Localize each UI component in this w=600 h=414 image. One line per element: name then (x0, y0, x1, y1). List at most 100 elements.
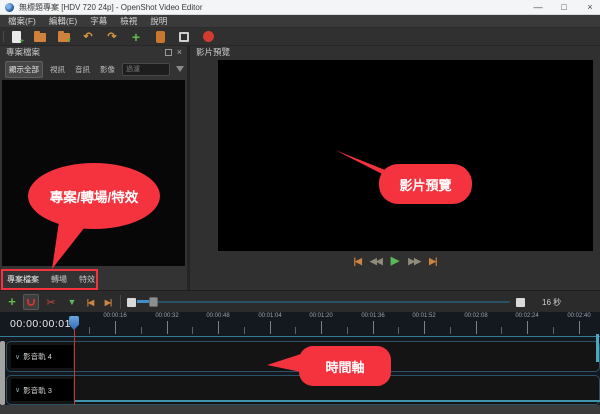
menu-file[interactable]: 檔案(F) (8, 15, 36, 27)
add-marker-button[interactable]: ▼ (65, 291, 79, 313)
slider-track (137, 301, 510, 303)
ruler-label: 00:02:08 (464, 313, 487, 319)
fast-forward-button[interactable]: ▶▶ (408, 254, 420, 268)
openshot-window: 無標題專案 [HDV 720 24p] - OpenShot Video Edi… (0, 0, 600, 414)
undo-icon: ↶ (83, 30, 92, 44)
undo-button[interactable]: ↶ (81, 30, 95, 44)
zoom-out-button[interactable] (125, 291, 137, 313)
new-project-button[interactable]: + (9, 30, 23, 44)
zoom-in-button[interactable] (514, 291, 526, 313)
ruler-label: 00:00:48 (206, 313, 229, 319)
ruler-tick-minor (347, 327, 348, 334)
tab-show-all[interactable]: 顯示全部 (5, 61, 43, 78)
timeline-toolbar: + ✂ ▼ |◀ ▶| 16 秒 (0, 290, 600, 312)
timeline: 00:00:00:01 00:00:16 00:00:32 00:00:48 0… (0, 312, 600, 405)
filter-input[interactable] (122, 63, 170, 76)
scissors-icon: ✂ (46, 296, 55, 309)
tab-project-files[interactable]: 專案檔案 (7, 274, 39, 285)
maximize-button[interactable]: □ (558, 0, 570, 15)
tab-transitions[interactable]: 轉場 (51, 274, 67, 285)
ruler-tick (218, 321, 219, 334)
choose-profile-button[interactable] (153, 30, 167, 44)
current-time-display: 00:00:00:01 (10, 318, 71, 330)
close-dock-icon[interactable]: × (177, 48, 182, 57)
save-project-button[interactable]: ▼ (57, 30, 71, 44)
ruler-tick-minor (89, 327, 90, 334)
fullscreen-button[interactable] (177, 30, 191, 44)
rewind-button[interactable]: ◀◀ (370, 254, 382, 268)
ruler-tick-minor (192, 327, 193, 334)
fullscreen-icon (179, 32, 189, 42)
ruler-label: 00:00:16 (103, 313, 126, 319)
marker-down-icon: ▼ (68, 297, 77, 307)
menu-bar: 檔案(F) 編輯(E) 字幕 檢視 說明 (0, 15, 600, 28)
ruler-label: 00:02:40 (567, 313, 590, 319)
track-header[interactable]: ∨ 影音軌 4 (11, 345, 73, 368)
video-preview-panel: 影片預覽 |◀ ◀◀ ▶ ▶▶ ▶| (190, 46, 600, 290)
plus-icon: + (132, 30, 140, 44)
ruler-baseline (0, 336, 600, 337)
jump-start-button[interactable]: |◀ (353, 254, 360, 268)
track-row[interactable]: ∨ 影音軌 4 (6, 341, 600, 372)
project-files-list[interactable] (2, 80, 185, 266)
snap-pressed-frame (23, 294, 39, 310)
menu-title[interactable]: 字幕 (90, 15, 107, 27)
play-button[interactable]: ▶ (391, 254, 399, 268)
filter-icon (176, 66, 184, 72)
project-files-panel: 專案檔案 × 顯示全部 視訊 音訊 影像 專案檔案 轉場 特效 (0, 46, 187, 290)
record-circle-icon (203, 31, 214, 42)
export-video-button[interactable] (201, 30, 215, 44)
zoom-in-icon (516, 298, 525, 307)
ruler-label: 00:01:20 (309, 313, 332, 319)
menu-help[interactable]: 說明 (150, 15, 167, 27)
zoom-out-icon (127, 298, 136, 307)
ruler-tick (476, 321, 477, 334)
folder-icon (34, 33, 46, 42)
magnet-icon (27, 299, 35, 306)
ruler-tick (527, 321, 528, 334)
zoom-scale-label: 16 秒 (542, 291, 561, 313)
float-dock-icon[interactable] (165, 49, 172, 56)
save-arrow-icon: ▼ (66, 38, 72, 45)
ruler-tick (424, 321, 425, 334)
ruler-label: 00:00:32 (155, 313, 178, 319)
slider-handle[interactable] (149, 297, 158, 307)
video-preview-header: 影片預覽 (190, 46, 600, 58)
tab-video[interactable]: 視訊 (47, 62, 68, 77)
jump-end-button[interactable]: ▶| (429, 254, 436, 268)
ruler-label: 00:01:04 (258, 313, 281, 319)
ruler-tick-minor (295, 327, 296, 334)
close-button[interactable]: × (584, 0, 596, 15)
ruler-tick (373, 321, 374, 334)
import-files-button[interactable]: + (129, 30, 143, 44)
next-marker-button[interactable]: ▶| (100, 291, 116, 313)
timeline-zoom-slider[interactable] (137, 291, 510, 313)
open-project-button[interactable] (33, 30, 47, 44)
tab-audio[interactable]: 音訊 (72, 62, 93, 77)
minimize-button[interactable]: — (532, 0, 544, 15)
project-files-header: 專案檔案 × (0, 46, 187, 58)
menu-view[interactable]: 檢視 (120, 15, 137, 27)
ruler-tick (270, 321, 271, 334)
track-name: 影音軌 4 (23, 351, 52, 362)
previous-marker-button[interactable]: |◀ (82, 291, 98, 313)
project-files-title: 專案檔案 (0, 46, 40, 58)
main-toolbar: + ▼ ↶ ↷ + (0, 28, 600, 46)
track-edge-highlight (596, 334, 599, 362)
tab-effects[interactable]: 特效 (79, 274, 95, 285)
redo-button[interactable]: ↷ (105, 30, 119, 44)
previous-marker-icon: |◀ (87, 298, 93, 307)
ruler-tick (579, 321, 580, 334)
ruler-tick (321, 321, 322, 334)
tab-image[interactable]: 影像 (97, 62, 118, 77)
add-track-button[interactable]: + (5, 291, 19, 313)
ruler-tick-minor (501, 327, 502, 334)
video-preview-title: 影片預覽 (190, 46, 230, 58)
track-header[interactable]: ∨ 影音軌 3 (11, 379, 73, 401)
track-name: 影音軌 3 (23, 385, 52, 396)
chevron-down-icon: ∨ (15, 353, 20, 361)
timeline-vertical-scrollbar[interactable] (0, 341, 5, 405)
snapping-toggle[interactable] (22, 291, 40, 313)
menu-edit[interactable]: 編輯(E) (49, 15, 77, 27)
razor-tool-button[interactable]: ✂ (44, 291, 58, 313)
